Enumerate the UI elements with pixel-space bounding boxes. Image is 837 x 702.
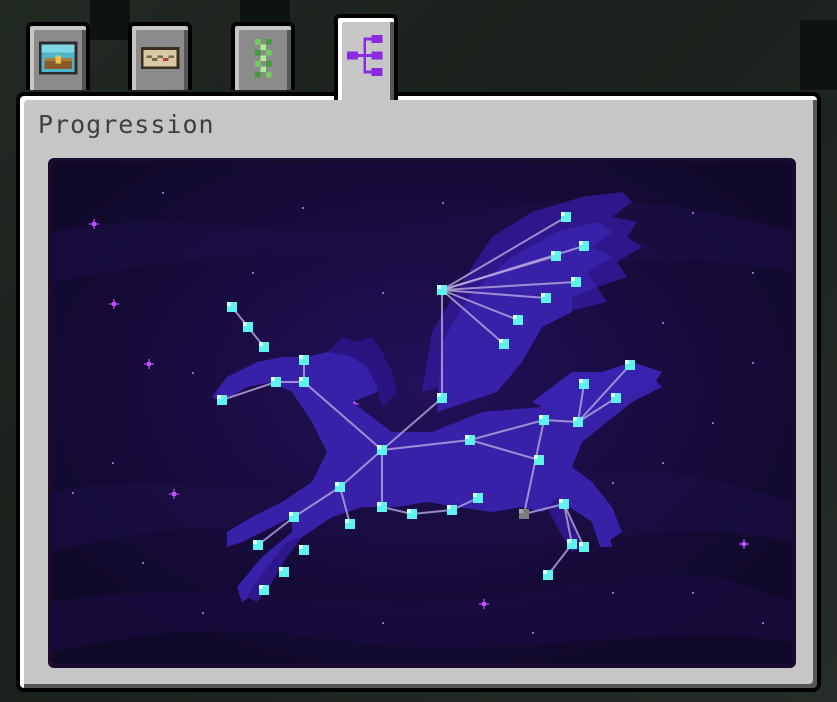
star <box>192 372 194 374</box>
node-highlight <box>299 355 303 359</box>
node-highlight <box>573 417 577 421</box>
tab-inventory[interactable] <box>26 22 90 90</box>
constellation-viewport[interactable] <box>48 158 796 668</box>
star <box>712 422 714 424</box>
node-highlight <box>289 512 293 516</box>
tab-genetics[interactable] <box>231 22 295 90</box>
node-highlight <box>259 585 263 589</box>
node-highlight <box>541 293 545 297</box>
node-highlight <box>465 435 469 439</box>
tab-progression[interactable] <box>334 14 398 100</box>
star <box>662 322 664 324</box>
node-highlight <box>345 519 349 523</box>
scroll-map-icon <box>140 47 180 69</box>
star <box>382 292 384 294</box>
star <box>752 362 754 364</box>
node-highlight <box>513 315 517 319</box>
dna-helix-icon <box>254 38 272 78</box>
star <box>202 612 204 614</box>
node-highlight <box>625 360 629 364</box>
node-highlight <box>227 302 231 306</box>
constellation-map[interactable] <box>52 162 792 664</box>
world-shadow <box>90 0 130 40</box>
node-highlight <box>437 285 441 289</box>
node-highlight <box>243 322 247 326</box>
star <box>302 207 304 209</box>
node-highlight <box>559 499 563 503</box>
tree-hierarchy-icon <box>346 34 383 76</box>
chest-icon <box>38 41 78 75</box>
progression-panel: Progression <box>16 92 821 692</box>
node-highlight <box>473 493 477 497</box>
node-highlight <box>611 393 615 397</box>
star <box>692 212 694 214</box>
star <box>692 592 694 594</box>
star-glow <box>173 489 175 499</box>
node-highlight <box>499 339 503 343</box>
star <box>762 622 764 624</box>
star <box>112 462 114 464</box>
node-highlight <box>217 395 221 399</box>
node-highlight <box>543 570 547 574</box>
node-highlight <box>259 342 263 346</box>
node-highlight <box>579 542 583 546</box>
node-highlight <box>571 277 575 281</box>
tab-map[interactable] <box>128 22 192 90</box>
star <box>612 482 614 484</box>
node-highlight <box>567 539 571 543</box>
star <box>752 272 754 274</box>
node-highlight <box>377 502 381 506</box>
node-highlight <box>579 241 583 245</box>
star-glow <box>743 539 745 549</box>
node-highlight <box>407 509 411 513</box>
star <box>252 272 254 274</box>
star-glow <box>93 219 95 229</box>
star <box>142 562 144 564</box>
node-highlight <box>579 379 583 383</box>
star <box>382 622 384 624</box>
star-glow <box>113 299 115 309</box>
star <box>612 592 614 594</box>
node-highlight <box>447 505 451 509</box>
star <box>532 632 534 634</box>
node-highlight <box>561 212 565 216</box>
node-highlight <box>271 377 275 381</box>
node-highlight <box>335 482 339 486</box>
star <box>442 202 444 204</box>
node-highlight <box>253 540 257 544</box>
star <box>162 192 164 194</box>
node-highlight <box>551 251 555 255</box>
page-title: Progression <box>38 110 215 139</box>
node-highlight <box>534 455 538 459</box>
star <box>662 462 664 464</box>
star-glow <box>148 359 150 369</box>
node-highlight <box>279 567 283 571</box>
node-highlight <box>539 415 543 419</box>
node-highlight <box>519 509 523 513</box>
node-highlight <box>299 545 303 549</box>
star-glow <box>483 599 485 609</box>
node-highlight <box>437 393 441 397</box>
star <box>72 492 74 494</box>
world-shadow <box>800 20 837 90</box>
node-highlight <box>377 445 381 449</box>
node-highlight <box>299 377 303 381</box>
